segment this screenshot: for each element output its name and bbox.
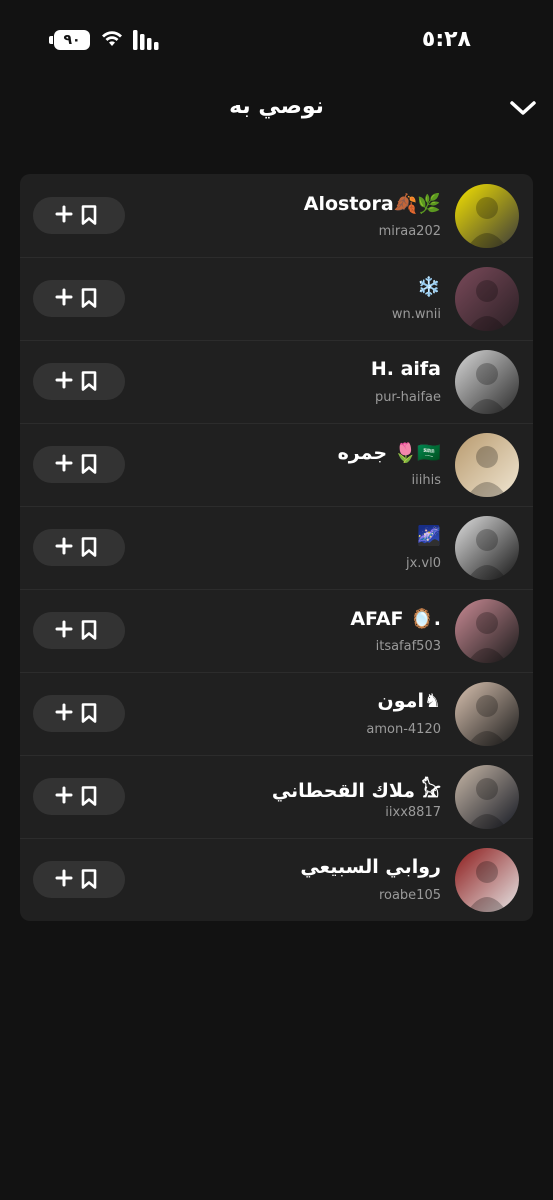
list-item[interactable]: روابي السبيعي roabe105 bbox=[20, 838, 533, 921]
avatar[interactable] bbox=[455, 599, 519, 663]
battery-nub bbox=[49, 36, 53, 44]
user-display-name: روابي السبيعي bbox=[300, 856, 441, 878]
user-handle: itsafaf503 bbox=[375, 639, 441, 654]
add-friend-button[interactable] bbox=[33, 446, 125, 483]
bitmoji-icon bbox=[455, 184, 519, 248]
user-handle: iiihis bbox=[411, 473, 441, 488]
plus-icon bbox=[55, 537, 73, 555]
user-handle: pur-haifae bbox=[374, 390, 441, 405]
user-display-name: ❄️ bbox=[417, 276, 441, 298]
user-display-name: AFAF 🪞. bbox=[350, 608, 441, 630]
plus-icon bbox=[55, 288, 73, 306]
bookmark-icon bbox=[81, 205, 97, 225]
page-title: نوصي به bbox=[229, 94, 324, 119]
add-friend-button[interactable] bbox=[33, 529, 125, 566]
signal-icon bbox=[133, 30, 159, 50]
recommended-list: Alostora🍂🌿 miraa202 ❄️ wn.wnii H. aifa p… bbox=[20, 174, 533, 921]
bookmark-icon bbox=[81, 703, 97, 723]
avatar[interactable] bbox=[455, 267, 519, 331]
list-item[interactable]: Alostora🍂🌿 miraa202 bbox=[20, 174, 533, 257]
page-header: نوصي به bbox=[0, 80, 553, 140]
plus-icon bbox=[55, 205, 73, 223]
avatar[interactable] bbox=[455, 682, 519, 746]
list-item[interactable]: H. aifa pur-haifae bbox=[20, 340, 533, 423]
bookmark-icon bbox=[81, 620, 97, 640]
list-item[interactable]: AFAF 🪞. itsafaf503 bbox=[20, 589, 533, 672]
user-handle: amon-4120 bbox=[366, 722, 441, 737]
photo-icon bbox=[455, 599, 519, 663]
user-display-name: Alostora🍂🌿 bbox=[303, 193, 441, 215]
avatar[interactable] bbox=[455, 433, 519, 497]
photo-icon bbox=[455, 765, 519, 829]
bookmark-icon bbox=[81, 288, 97, 308]
photo-icon bbox=[455, 682, 519, 746]
user-display-name: امون♞ bbox=[377, 690, 441, 712]
clock: ٥:٢٨ bbox=[421, 27, 471, 52]
photo-icon bbox=[455, 350, 519, 414]
user-display-name: H. aifa bbox=[370, 358, 441, 380]
add-friend-button[interactable] bbox=[33, 861, 125, 898]
bookmark-icon bbox=[81, 371, 97, 391]
avatar[interactable] bbox=[455, 350, 519, 414]
photo-icon bbox=[455, 516, 519, 580]
plus-icon bbox=[55, 454, 73, 472]
avatar[interactable] bbox=[455, 516, 519, 580]
user-display-name: 🌌 bbox=[417, 525, 441, 547]
user-handle: roabe105 bbox=[378, 888, 441, 903]
avatar[interactable] bbox=[455, 765, 519, 829]
list-item[interactable]: امون♞ amon-4120 bbox=[20, 672, 533, 755]
emblem-icon bbox=[455, 433, 519, 497]
add-friend-button[interactable] bbox=[33, 280, 125, 317]
wifi-icon bbox=[102, 31, 122, 46]
plus-icon bbox=[55, 371, 73, 389]
avatar[interactable] bbox=[455, 848, 519, 912]
add-friend-button[interactable] bbox=[33, 695, 125, 732]
list-item[interactable]: ملاك القحطاني 𓃠 iixx8817 bbox=[20, 755, 533, 838]
add-friend-button[interactable] bbox=[33, 612, 125, 649]
user-display-name: ملاك القحطاني 𓃠 bbox=[271, 780, 441, 802]
battery-indicator: ٩٠ bbox=[54, 30, 90, 50]
plus-icon bbox=[55, 786, 73, 804]
add-friend-button[interactable] bbox=[33, 363, 125, 400]
user-handle: wn.wnii bbox=[391, 307, 441, 322]
list-item[interactable]: 🌌 jx.vl0 bbox=[20, 506, 533, 589]
bookmark-icon bbox=[81, 786, 97, 806]
photo-icon bbox=[455, 267, 519, 331]
status-bar: ٩٠ ٥:٢٨ bbox=[0, 0, 553, 80]
bookmark-icon bbox=[81, 869, 97, 889]
list-item[interactable]: جمره 🌷🇸🇦 iiihis bbox=[20, 423, 533, 506]
add-friend-button[interactable] bbox=[33, 197, 125, 234]
list-item[interactable]: ❄️ wn.wnii bbox=[20, 257, 533, 340]
plus-icon bbox=[55, 869, 73, 887]
plus-icon bbox=[55, 703, 73, 721]
plus-icon bbox=[55, 620, 73, 638]
user-display-name: جمره 🌷🇸🇦 bbox=[337, 442, 441, 464]
chevron-down-icon[interactable] bbox=[508, 98, 538, 118]
bookmark-icon bbox=[81, 537, 97, 557]
user-handle: miraa202 bbox=[378, 224, 441, 239]
avatar[interactable] bbox=[455, 184, 519, 248]
user-handle: iixx8817 bbox=[385, 805, 441, 820]
bookmark-icon bbox=[81, 454, 97, 474]
add-friend-button[interactable] bbox=[33, 778, 125, 815]
user-handle: jx.vl0 bbox=[405, 556, 441, 571]
photo-icon bbox=[455, 848, 519, 912]
